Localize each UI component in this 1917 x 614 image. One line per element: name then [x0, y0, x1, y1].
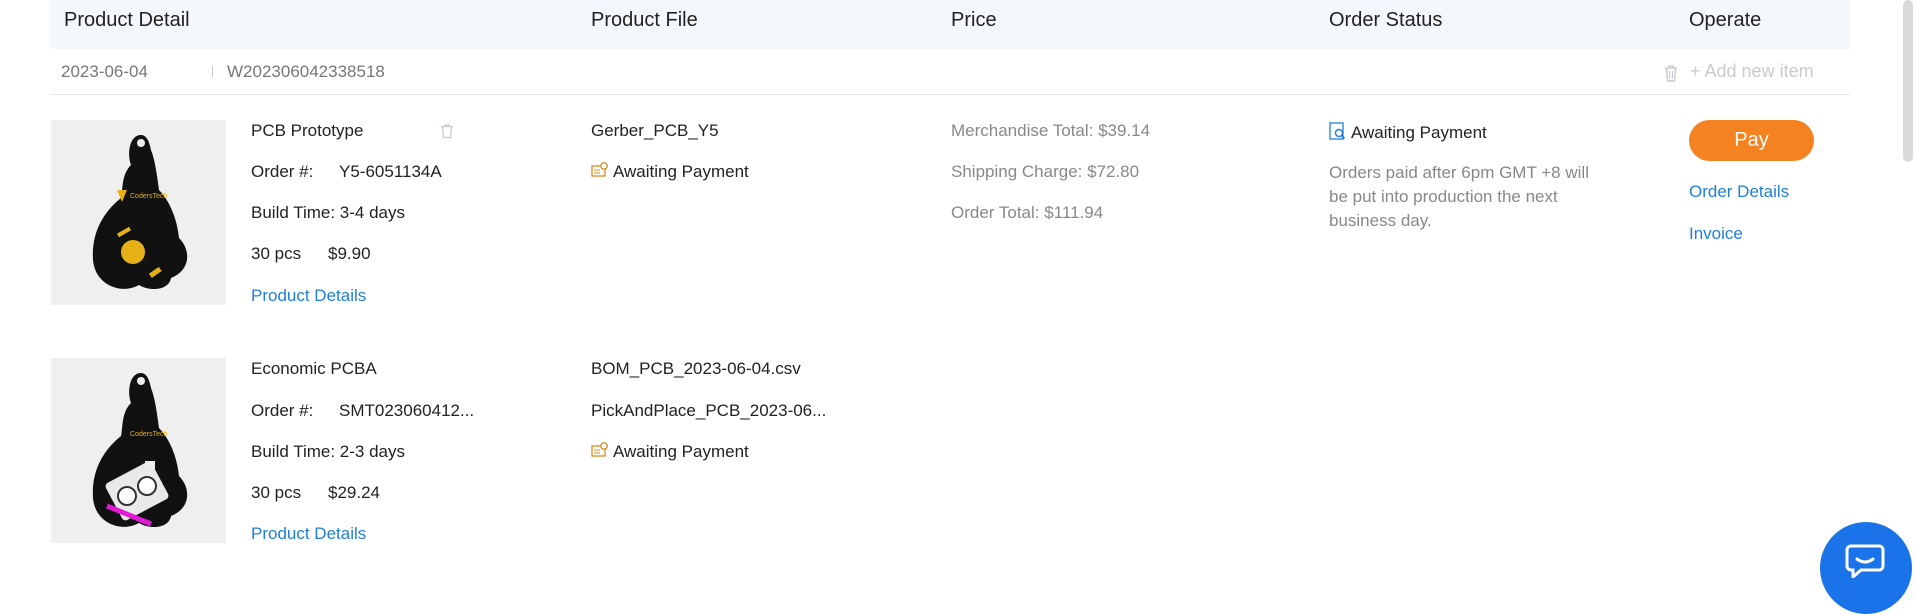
pcba-image-2: CodersTech [92, 373, 188, 528]
pcb-image-1: CodersTech [92, 135, 188, 290]
item-price: $9.90 [328, 244, 371, 263]
header-product-detail: Product Detail [64, 9, 190, 31]
header-product-file: Product File [591, 9, 698, 31]
order-label: Order #: [251, 162, 314, 181]
table-header: Product Detail Product File Price Order … [50, 0, 1850, 49]
divider [212, 66, 213, 77]
add-new-item-button[interactable]: + Add new item [1690, 61, 1814, 82]
order-bar: 2023-06-04 W202306042338518 + Add new it… [50, 49, 1850, 95]
build-time: Build Time: 3-4 days [251, 203, 406, 222]
pay-button[interactable]: Pay [1689, 120, 1814, 161]
header-operate: Operate [1689, 9, 1762, 31]
order-status-label: Awaiting Payment [1351, 122, 1487, 142]
order-status: Awaiting Payment [1329, 122, 1487, 145]
order-label: Order #: [251, 401, 314, 420]
order-date: 2023-06-04 [61, 62, 148, 81]
product-thumbnail: CodersTech [51, 358, 226, 543]
trash-icon[interactable] [440, 123, 454, 144]
file-name[interactable]: PickAndPlace_PCB_2023-06... [591, 401, 826, 421]
header-order-status: Order Status [1329, 9, 1443, 31]
file-name[interactable]: Gerber_PCB_Y5 [591, 121, 719, 141]
shipping-charge: Shipping Charge: $72.80 [951, 162, 1140, 181]
build-time: Build Time: 2-3 days [251, 442, 406, 461]
order-total: Order Total: $111.94 [951, 203, 1104, 222]
order-details-link[interactable]: Order Details [1689, 182, 1789, 202]
product-name: Economic PCBA [251, 359, 377, 378]
production-note: Orders paid after 6pm GMT +8 will be put… [1329, 163, 1589, 230]
product-name: PCB Prototype [251, 121, 364, 140]
scrollbar-thumb[interactable] [1903, 0, 1913, 162]
svg-text:CodersTech: CodersTech [130, 193, 167, 200]
invoice-link[interactable]: Invoice [1689, 224, 1743, 244]
quantity: 30 pcs [251, 244, 302, 263]
file-status: Awaiting Payment [591, 162, 749, 183]
trash-icon[interactable] [1663, 64, 1679, 87]
header-price: Price [951, 9, 997, 31]
product-thumbnail: CodersTech [51, 120, 226, 305]
item-price: $29.24 [328, 483, 380, 502]
product-details-link[interactable]: Product Details [251, 286, 366, 306]
file-status-label: Awaiting Payment [613, 162, 749, 181]
file-status: Awaiting Payment [591, 442, 749, 463]
file-status-icon [591, 442, 609, 463]
product-details-link[interactable]: Product Details [251, 524, 366, 544]
file-name[interactable]: BOM_PCB_2023-06-04.csv [591, 359, 801, 379]
quantity: 30 pcs [251, 483, 302, 502]
order-number: W202306042338518 [227, 62, 385, 81]
chat-icon [1845, 544, 1885, 578]
svg-text:CodersTech: CodersTech [130, 431, 167, 438]
chat-button[interactable] [1820, 522, 1912, 614]
item-order-number: SMT023060412... [339, 401, 475, 420]
file-status-icon [591, 162, 609, 183]
order-status-icon [1329, 122, 1347, 145]
merchandise-total: Merchandise Total: $39.14 [951, 121, 1151, 140]
file-status-label: Awaiting Payment [613, 442, 749, 461]
item-order-number: Y5-6051134A [339, 162, 442, 181]
